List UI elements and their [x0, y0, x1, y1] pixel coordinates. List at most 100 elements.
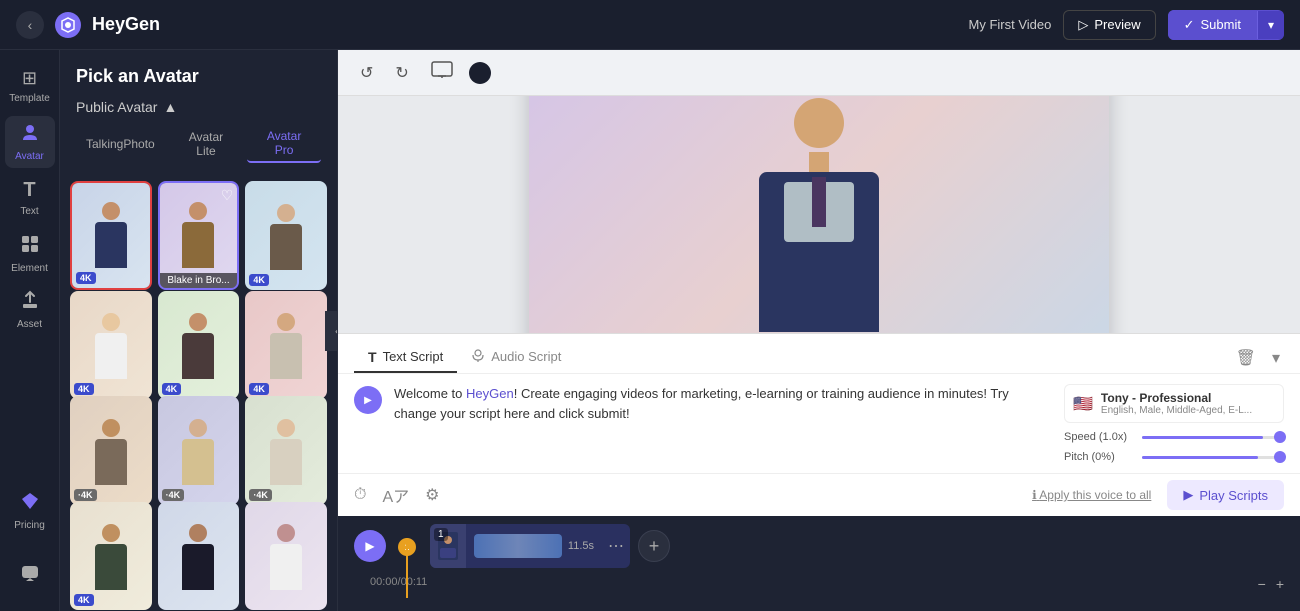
element-icon	[20, 234, 40, 259]
tab-audio-script[interactable]: Audio Script	[457, 342, 575, 373]
speed-label: Speed (1.0x)	[1064, 431, 1134, 443]
voice-speed-control: Speed (1.0x)	[1064, 431, 1284, 443]
delete-script-button[interactable]: 🗑	[1232, 344, 1260, 372]
submit-dropdown-icon: ▾	[1268, 18, 1274, 32]
undo-button[interactable]: ↺	[354, 59, 379, 87]
script-text-before-link: Welcome to	[394, 386, 466, 401]
expand-icon: ▾	[1272, 350, 1280, 367]
sidebar-item-text[interactable]: T Text	[5, 172, 55, 224]
avatar-badge-6: 4K	[249, 383, 269, 395]
sidebar-item-pricing-label: Pricing	[14, 520, 45, 531]
voice-name: Tony - Professional	[1101, 391, 1275, 405]
avatar-badge-10: 4K	[74, 594, 94, 606]
avatar-card-8[interactable]: ·4K	[158, 396, 240, 505]
panel-collapse-handle[interactable]: ‹	[325, 311, 338, 351]
redo-icon: ↻	[395, 65, 408, 82]
add-clip-button[interactable]: +	[638, 530, 670, 562]
clip-duration: 11.5s	[568, 540, 594, 552]
settings-icon: ⚙	[425, 487, 439, 504]
heygen-link[interactable]: HeyGen	[466, 386, 514, 401]
timer-button[interactable]: ⏱	[354, 486, 366, 504]
avatar-card-5[interactable]: 4K	[158, 291, 240, 400]
canvas-frame: ↻	[529, 96, 1109, 333]
zoom-in-icon: +	[1276, 576, 1284, 592]
sidebar-item-template[interactable]: ⊞ Template	[5, 60, 55, 112]
tab-avatar-lite[interactable]: Avatar Lite	[169, 125, 243, 163]
avatar-card-10[interactable]: 4K	[70, 502, 152, 611]
speed-fill	[1142, 436, 1263, 439]
delete-icon: 🗑	[1236, 350, 1256, 367]
add-clip-icon: +	[649, 536, 660, 557]
play-triangle-icon: ▶	[364, 395, 372, 406]
script-text-area[interactable]: Welcome to HeyGen! Create engaging video…	[394, 384, 1052, 463]
nav-right: My First Video ▷ Preview ✓ Submit ▾	[969, 10, 1285, 40]
sidebar-item-pricing[interactable]: Pricing	[5, 485, 55, 537]
pitch-slider[interactable]	[1142, 456, 1284, 459]
translate-button[interactable]: Aア	[382, 483, 409, 507]
sidebar-item-element[interactable]: Element	[5, 228, 55, 280]
icon-sidebar: ⊞ Template Avatar T Text	[0, 50, 60, 611]
tab-avatar-pro[interactable]: Avatar Pro	[247, 125, 321, 163]
undo-icon: ↺	[360, 65, 373, 82]
back-button[interactable]: ‹	[16, 11, 44, 39]
avatar-card-7[interactable]: ·4K	[70, 396, 152, 505]
zoom-out-button[interactable]: −	[1258, 576, 1266, 592]
script-play-button[interactable]: ▶	[354, 386, 382, 414]
nav-left: ‹ HeyGen	[16, 11, 160, 39]
settings-script-button[interactable]: ⚙	[425, 485, 439, 505]
sidebar-item-avatar[interactable]: Avatar	[5, 116, 55, 168]
timeline-play-button[interactable]: ▶	[354, 530, 386, 562]
apply-voice-button[interactable]: ℹ Apply this voice to all	[1032, 488, 1151, 502]
avatar-badge-1: 4K	[76, 272, 96, 284]
timer-icon: ⏱	[354, 486, 366, 503]
voice-panel: 🇺🇸 Tony - Professional English, Male, Mi…	[1064, 384, 1284, 463]
avatar-card-3[interactable]: 4K	[245, 181, 327, 290]
avatar-panel-header: Pick an Avatar Public Avatar ▲ TalkingPh…	[60, 50, 337, 181]
script-tabs: T Text Script Audio Script �	[338, 334, 1300, 374]
avatar-card-6[interactable]: 4K	[245, 291, 327, 400]
speed-slider[interactable]	[1142, 436, 1284, 439]
avatar-badge-3: 4K	[249, 274, 269, 286]
voice-selector[interactable]: 🇺🇸 Tony - Professional English, Male, Mi…	[1064, 384, 1284, 423]
person-tie	[812, 177, 826, 227]
timeline: ▶ 1	[338, 516, 1300, 611]
preview-button[interactable]: ▷ Preview	[1063, 10, 1155, 40]
sidebar-item-asset[interactable]: Asset	[5, 284, 55, 336]
submit-button[interactable]: ✓ Submit	[1168, 10, 1257, 40]
chevron-up-icon: ▲	[163, 99, 177, 115]
sidebar-item-chat[interactable]	[5, 549, 55, 601]
aspect-ratio-button[interactable]	[425, 57, 459, 88]
heart-icon-2: ♡	[221, 187, 234, 204]
canvas-area: ↻	[338, 96, 1300, 333]
avatar-badge-7: ·4K	[74, 489, 97, 501]
avatar-badge-9: ·4K	[249, 489, 272, 501]
avatar-card-4[interactable]: 4K	[70, 291, 152, 400]
timeline-track: 1 11.	[398, 524, 1284, 568]
timeline-play-icon: ▶	[365, 539, 374, 553]
expand-script-button[interactable]: ▾	[1268, 344, 1284, 372]
clip-more-options[interactable]: ⋯	[602, 536, 630, 556]
clip-block-1[interactable]: 11.5s ⋯ 1	[430, 524, 630, 568]
speed-thumb[interactable]	[1274, 431, 1286, 443]
tab-text-script[interactable]: T Text Script	[354, 343, 457, 373]
pitch-thumb[interactable]	[1274, 451, 1286, 463]
tab-talking-photo[interactable]: TalkingPhoto	[76, 125, 165, 163]
avatar-image-12	[245, 502, 327, 611]
avatar-label-2: Blake in Bro...	[160, 273, 238, 288]
play-scripts-button[interactable]: ▶ Play Scripts	[1167, 480, 1284, 510]
avatar-card-9[interactable]: ·4K	[245, 396, 327, 505]
avatar-image-11	[158, 502, 240, 611]
zoom-in-button[interactable]: +	[1276, 576, 1284, 592]
background-color-button[interactable]	[469, 62, 491, 84]
avatar-card-1[interactable]: 4K	[70, 181, 152, 290]
main-layout: ⊞ Template Avatar T Text	[0, 50, 1300, 611]
avatar-card-2[interactable]: ♡ Blake in Bro...	[158, 181, 240, 290]
avatar-badge-8: ·4K	[162, 489, 185, 501]
voice-description: English, Male, Middle-Aged, E-L...	[1101, 405, 1275, 416]
avatar-card-12[interactable]	[245, 502, 327, 611]
person-body	[759, 172, 879, 332]
sidebar-item-avatar-label: Avatar	[15, 151, 44, 162]
avatar-card-11[interactable]	[158, 502, 240, 611]
submit-dropdown-button[interactable]: ▾	[1257, 11, 1284, 39]
redo-button[interactable]: ↻	[389, 59, 414, 87]
